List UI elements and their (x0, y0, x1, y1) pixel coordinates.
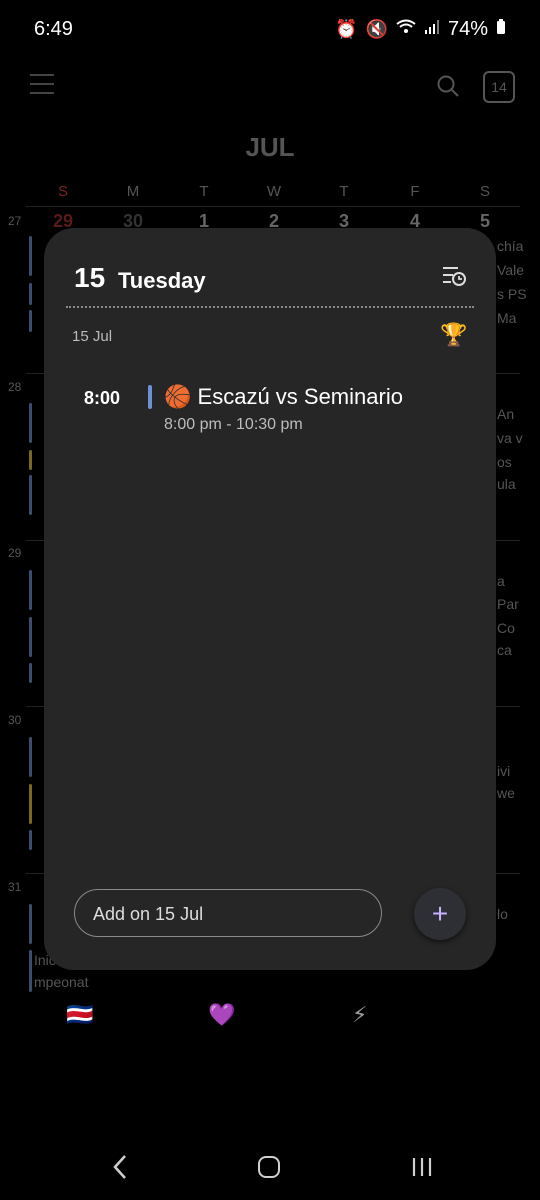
event-title-text: Escazú vs Seminario (197, 384, 403, 409)
bg-snippet: ivi (497, 763, 511, 779)
bg-snippet: os (497, 454, 512, 470)
week-number: 29 (8, 546, 22, 560)
bg-snippet: Par (497, 596, 519, 612)
event-bar (29, 403, 32, 443)
menu-icon[interactable] (30, 74, 54, 96)
home-icon[interactable] (258, 1156, 280, 1178)
week-number: 27 (8, 214, 22, 228)
event-color-bar (148, 385, 152, 409)
bg-snippet: va v (497, 430, 523, 446)
month-title: JUL (245, 132, 295, 162)
add-event-button[interactable]: + (414, 888, 466, 940)
bg-snippet: we (497, 785, 515, 801)
bg-snippet: Ma (497, 310, 517, 326)
dow-label: M (126, 183, 140, 200)
sort-by-time-icon[interactable] (442, 264, 466, 288)
event-bar (29, 904, 32, 944)
popup-day-number: 15 (74, 262, 106, 293)
heart-icon: 💜 (208, 1002, 236, 1027)
week-number: 28 (8, 380, 22, 394)
today-button[interactable]: 14 (483, 71, 515, 103)
header-divider (66, 306, 474, 308)
event-bar (29, 663, 32, 683)
dow-label: S (479, 183, 490, 200)
recent-apps-icon[interactable] (412, 1157, 432, 1177)
event-bar (29, 784, 32, 824)
bg-snippet: lo (497, 906, 508, 922)
bg-snippet: chía (497, 238, 524, 254)
back-icon[interactable] (110, 1153, 130, 1181)
bg-snippet: a (497, 573, 505, 589)
popup-day-name: Tuesday (118, 268, 206, 293)
dow-label: S (57, 183, 68, 200)
trophy-icon: 🏆 (440, 322, 468, 347)
event-start-time: 8:00 (84, 388, 121, 408)
bg-snippet: Vale (497, 262, 524, 278)
week-divider (26, 206, 520, 207)
bg-snippet: ca (497, 642, 512, 658)
search-icon[interactable] (436, 74, 460, 98)
event-time-range: 8:00 pm - 10:30 pm (164, 416, 303, 433)
event-title: 🏀 Escazú vs Seminario (164, 384, 403, 410)
bg-snippet: An (497, 406, 515, 422)
basketball-icon: 🏀 (164, 384, 192, 409)
event-bar (29, 617, 32, 657)
bg-snippet: mpeonat (34, 974, 89, 990)
week-number: 30 (8, 713, 22, 727)
week-number: 31 (8, 880, 22, 894)
day-detail-popup: 15 Tuesday 15 Jul 🏆 8:00 🏀 Escazú vs Sem… (44, 228, 496, 970)
event-bar (29, 570, 32, 610)
add-event-input[interactable]: Add on 15 Jul (74, 889, 382, 937)
event-bar (29, 310, 32, 332)
flag-icon: 🇨🇷 (66, 1002, 94, 1027)
dow-label: T (339, 183, 349, 200)
event-bar (29, 236, 32, 276)
dow-label: T (199, 183, 209, 200)
event-bar (29, 450, 32, 470)
event-bar (29, 830, 32, 850)
event-bar (29, 475, 32, 515)
event-bar (29, 283, 32, 305)
bg-snippet: s PS (497, 286, 527, 302)
bg-snippet: ula (497, 476, 516, 492)
lightning-icon: ⚡ (352, 1002, 368, 1027)
dow-label: W (266, 183, 282, 200)
event-bar (29, 950, 32, 992)
dow-label: F (410, 183, 420, 200)
popup-date-label: 15 Jul (72, 328, 113, 345)
event-bar (29, 737, 32, 777)
bg-snippet: Co (497, 620, 515, 636)
